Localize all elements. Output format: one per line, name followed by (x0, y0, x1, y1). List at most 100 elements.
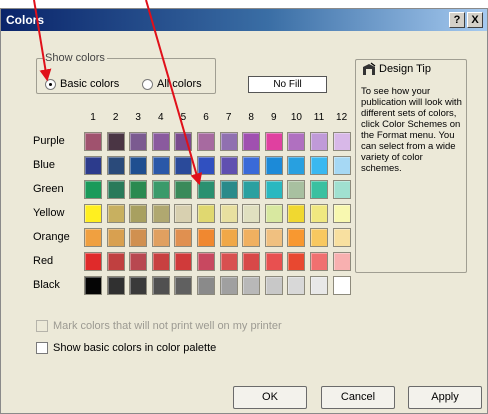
color-swatch-black-8[interactable] (242, 276, 261, 295)
color-swatch-green-5[interactable] (174, 180, 193, 199)
color-swatch-black-11[interactable] (310, 276, 328, 295)
color-swatch-blue-6[interactable] (197, 156, 215, 175)
color-swatch-blue-12[interactable] (332, 156, 351, 175)
color-swatch-green-11[interactable] (310, 180, 328, 199)
color-swatch-blue-8[interactable] (242, 156, 261, 175)
color-swatch-orange-12[interactable] (332, 228, 351, 247)
ok-button[interactable]: OK (233, 386, 307, 409)
color-swatch-orange-8[interactable] (242, 228, 261, 247)
basic-colors-radio-dot[interactable] (45, 78, 56, 90)
color-swatch-red-3[interactable] (129, 252, 148, 271)
color-swatch-green-9[interactable] (264, 180, 283, 199)
no-fill-button[interactable]: No Fill (248, 76, 327, 93)
color-swatch-blue-10[interactable] (287, 156, 306, 175)
color-swatch-red-1[interactable] (84, 252, 102, 271)
color-swatch-orange-2[interactable] (106, 228, 125, 247)
color-swatch-orange-1[interactable] (84, 228, 102, 247)
color-swatch-yellow-11[interactable] (310, 204, 328, 223)
color-swatch-yellow-5[interactable] (174, 204, 193, 223)
color-swatch-yellow-6[interactable] (197, 204, 215, 223)
color-swatch-red-9[interactable] (264, 252, 283, 271)
color-swatch-green-12[interactable] (332, 180, 351, 199)
color-swatch-black-5[interactable] (174, 276, 193, 295)
color-swatch-green-7[interactable] (219, 180, 238, 199)
color-swatch-red-4[interactable] (151, 252, 170, 271)
color-swatch-black-12[interactable] (332, 276, 351, 295)
color-swatch-orange-7[interactable] (219, 228, 238, 247)
color-swatch-black-6[interactable] (197, 276, 215, 295)
color-swatch-purple-3[interactable] (129, 132, 148, 151)
color-swatch-purple-11[interactable] (310, 132, 328, 151)
mark-colors-checkbox[interactable]: Mark colors that will not print well on … (36, 320, 282, 332)
color-swatch-black-3[interactable] (129, 276, 148, 295)
color-swatch-red-12[interactable] (332, 252, 351, 271)
help-button[interactable]: ? (449, 12, 465, 28)
color-swatch-purple-12[interactable] (332, 132, 351, 151)
color-swatch-red-2[interactable] (106, 252, 125, 271)
color-swatch-yellow-7[interactable] (219, 204, 238, 223)
color-swatch-green-6[interactable] (197, 180, 215, 199)
color-swatch-blue-11[interactable] (310, 156, 328, 175)
color-swatch-orange-10[interactable] (287, 228, 306, 247)
color-swatch-yellow-10[interactable] (287, 204, 306, 223)
title-bar[interactable]: Colors ? X (1, 9, 487, 31)
color-swatch-green-4[interactable] (151, 180, 170, 199)
color-swatch-blue-7[interactable] (219, 156, 238, 175)
show-basic-colors-checkbox-box[interactable] (36, 342, 48, 354)
mark-colors-checkbox-box[interactable] (36, 320, 48, 332)
color-swatch-blue-2[interactable] (106, 156, 125, 175)
color-swatch-red-8[interactable] (242, 252, 261, 271)
color-swatch-purple-2[interactable] (106, 132, 125, 151)
apply-button[interactable]: Apply (408, 386, 482, 409)
color-swatch-orange-5[interactable] (174, 228, 193, 247)
color-swatch-yellow-2[interactable] (106, 204, 125, 223)
color-swatch-red-6[interactable] (197, 252, 215, 271)
color-swatch-yellow-8[interactable] (242, 204, 261, 223)
color-swatch-green-8[interactable] (242, 180, 261, 199)
color-swatch-orange-11[interactable] (310, 228, 328, 247)
color-swatch-yellow-1[interactable] (84, 204, 102, 223)
color-swatch-orange-4[interactable] (151, 228, 170, 247)
basic-colors-radio[interactable]: Basic colors (45, 78, 119, 90)
color-swatch-yellow-12[interactable] (332, 204, 351, 223)
color-swatch-green-10[interactable] (287, 180, 306, 199)
color-swatch-black-7[interactable] (219, 276, 238, 295)
color-swatch-blue-4[interactable] (151, 156, 170, 175)
color-swatch-yellow-3[interactable] (129, 204, 148, 223)
color-swatch-purple-5[interactable] (174, 132, 193, 151)
color-swatch-orange-6[interactable] (197, 228, 215, 247)
color-swatch-green-2[interactable] (106, 180, 125, 199)
color-swatch-purple-7[interactable] (219, 132, 238, 151)
all-colors-radio[interactable]: All colors (142, 78, 202, 90)
design-tip-text: To see how your publication will look wi… (361, 86, 462, 174)
color-swatch-yellow-4[interactable] (151, 204, 170, 223)
color-swatch-purple-9[interactable] (264, 132, 283, 151)
close-button[interactable]: X (467, 12, 483, 28)
color-swatch-blue-9[interactable] (264, 156, 283, 175)
color-swatch-blue-1[interactable] (84, 156, 102, 175)
color-swatch-red-10[interactable] (287, 252, 306, 271)
color-swatch-yellow-9[interactable] (264, 204, 283, 223)
color-swatch-red-11[interactable] (310, 252, 328, 271)
color-swatch-orange-9[interactable] (264, 228, 283, 247)
color-swatch-green-1[interactable] (84, 180, 102, 199)
cancel-button[interactable]: Cancel (321, 386, 395, 409)
color-swatch-black-9[interactable] (264, 276, 283, 295)
color-swatch-black-1[interactable] (84, 276, 102, 295)
color-swatch-orange-3[interactable] (129, 228, 148, 247)
color-swatch-red-5[interactable] (174, 252, 193, 271)
color-swatch-purple-6[interactable] (197, 132, 215, 151)
color-swatch-purple-4[interactable] (151, 132, 170, 151)
show-basic-colors-checkbox[interactable]: Show basic colors in color palette (36, 342, 216, 354)
color-swatch-green-3[interactable] (129, 180, 148, 199)
color-swatch-red-7[interactable] (219, 252, 238, 271)
color-swatch-purple-1[interactable] (84, 132, 102, 151)
color-swatch-black-2[interactable] (106, 276, 125, 295)
color-swatch-blue-3[interactable] (129, 156, 148, 175)
color-swatch-blue-5[interactable] (174, 156, 193, 175)
color-swatch-black-4[interactable] (151, 276, 170, 295)
color-swatch-purple-10[interactable] (287, 132, 306, 151)
all-colors-radio-dot[interactable] (142, 78, 153, 90)
color-swatch-purple-8[interactable] (242, 132, 261, 151)
color-swatch-black-10[interactable] (287, 276, 306, 295)
